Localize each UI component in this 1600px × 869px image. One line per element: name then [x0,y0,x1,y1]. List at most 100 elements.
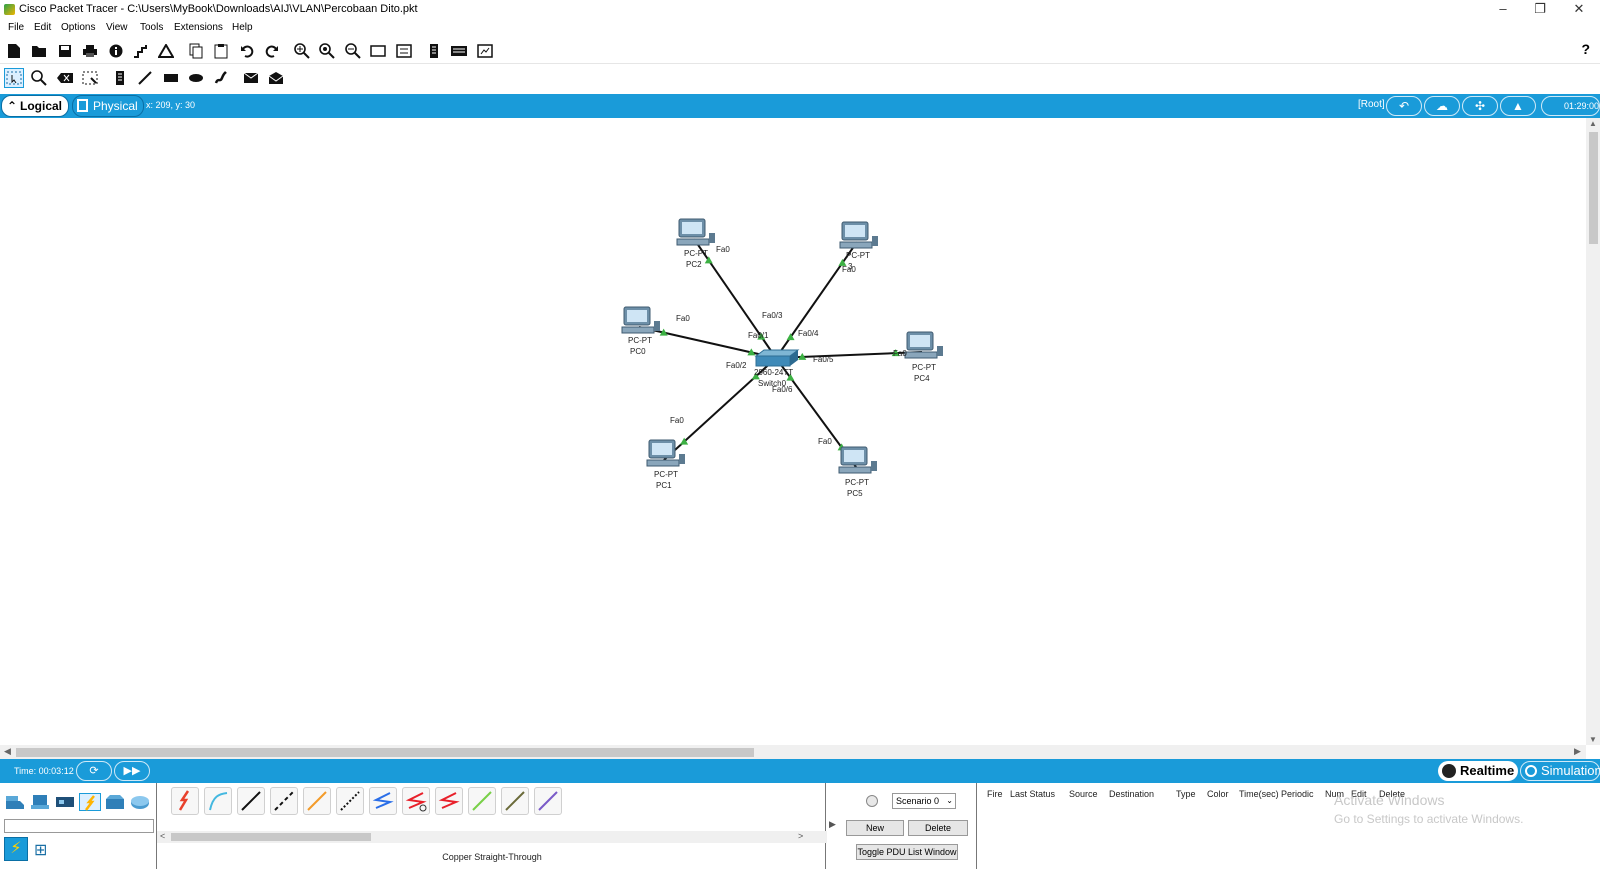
power-cycle-icon[interactable]: ⟳ [76,761,112,781]
components-icon[interactable] [54,793,76,811]
simulation-mode-tab[interactable]: Simulation [1520,761,1600,781]
pc-device-pc1[interactable] [646,439,685,467]
toggle-pdu-list-button[interactable]: Toggle PDU List Window [856,844,958,860]
connections-scroll-thumb[interactable] [171,833,371,841]
logical-workspace[interactable]: Fa0/1 Fa0 PC-PT PC0 Fa0/2 Fa0 PC-PT PC1 Fa0/3 Fa0… [0,118,1586,745]
horizontal-scroll-thumb[interactable] [16,748,754,757]
scroll-up-icon[interactable]: ▲ [1589,119,1597,128]
horizontal-scrollbar[interactable]: ◀ ▶ [0,745,1586,759]
activity-wizard-icon[interactable] [156,41,176,61]
link-3[interactable] [775,241,858,359]
menu-edit[interactable]: Edit [34,22,51,33]
vertical-scroll-thumb[interactable] [1589,132,1598,244]
pdu-col-destination[interactable]: Destination [1109,789,1154,799]
pdu-col-color[interactable]: Color [1207,789,1229,799]
restore-button[interactable]: ❐ [1525,1,1555,19]
network-wizard-icon[interactable] [131,41,151,61]
delete-scenario-button[interactable]: Delete [908,820,968,836]
cable-copper-straight-through-button[interactable] [237,787,265,815]
multiuser-icon[interactable] [129,793,151,811]
copy-icon[interactable] [186,41,206,61]
inspect-icon[interactable] [29,68,49,88]
vertical-scrollbar[interactable]: ▲ ▼ [1586,118,1600,745]
custom-devices-icon[interactable] [394,41,414,61]
pc-device-pc5[interactable] [838,446,877,474]
connections-scrollbar[interactable]: < > [157,831,827,843]
network-devices-icon[interactable] [4,793,26,811]
cable-serial-dce-button[interactable] [402,787,430,815]
cable-copper-cross-over-button[interactable] [270,787,298,815]
close-button[interactable]: ✕ [1564,1,1594,19]
simple-pdu-icon[interactable] [241,68,261,88]
paste-icon[interactable] [211,41,231,61]
complex-pdu-icon[interactable] [266,68,286,88]
tab-logical[interactable]: ⌃ Logical [1,95,69,117]
cable-octal-button[interactable] [468,787,496,815]
scenario-select[interactable]: Scenario 0 ⌄ [892,793,956,809]
new-icon[interactable] [4,41,24,61]
resize-icon[interactable] [80,68,100,88]
ipc-icon[interactable] [475,41,495,61]
zoom-in-icon[interactable] [292,41,312,61]
zoom-out-icon[interactable] [343,41,363,61]
cable-phone-button[interactable] [336,787,364,815]
conn-scroll-right-icon[interactable]: > [798,831,803,841]
end-devices-icon[interactable] [29,793,51,811]
back-icon[interactable]: ↶ [1386,96,1422,116]
pc-device-pc4[interactable] [904,331,943,359]
viewport-icon[interactable] [424,41,444,61]
pdu-col-type[interactable]: Type [1176,789,1196,799]
select-icon[interactable] [4,68,24,88]
help-icon[interactable]: ? [1581,41,1590,57]
cable-serial-dte-button[interactable] [435,787,463,815]
info-icon[interactable] [106,41,126,61]
switch-device[interactable] [754,349,800,367]
cable-usb-button[interactable] [534,787,562,815]
cable-iot-custom-cable-button[interactable] [501,787,529,815]
misc-icon[interactable] [104,793,126,811]
connections-icon[interactable] [79,793,101,811]
menu-file[interactable]: File [8,22,24,33]
cable-coaxial-button[interactable] [369,787,397,815]
scroll-left-icon[interactable]: ◀ [4,746,11,757]
drawing-palette-icon[interactable] [368,41,388,61]
scenario-info-icon[interactable] [866,795,878,807]
conn-scroll-left-icon[interactable]: < [160,831,165,841]
new-cluster-icon[interactable]: ☁ [1424,96,1460,116]
pc-device-pc2[interactable] [676,218,715,246]
pdu-col-time[interactable]: Time(sec) [1239,789,1279,799]
menu-help[interactable]: Help [232,22,253,33]
menu-extensions[interactable]: Extensions [174,22,223,33]
set-background-icon[interactable]: ▲ [1500,96,1536,116]
undo-icon[interactable] [237,41,257,61]
menu-view[interactable]: View [106,22,128,33]
tab-physical[interactable]: Physical [72,95,144,117]
pc-device-3[interactable] [839,221,878,249]
freeform-icon[interactable] [211,68,231,88]
minimize-button[interactable]: – [1488,1,1518,19]
menu-options[interactable]: Options [61,22,95,33]
panel-expand-icon[interactable]: ▶ [829,819,836,830]
pdu-col-periodic[interactable]: Periodic [1281,789,1314,799]
topology-canvas[interactable] [0,118,1586,745]
scroll-right-icon[interactable]: ▶ [1574,746,1581,757]
line-icon[interactable] [135,68,155,88]
viewport-clock[interactable]: 01:29:00 [1541,96,1600,116]
scroll-down-icon[interactable]: ▼ [1589,735,1597,744]
fast-forward-icon[interactable]: ▶▶ [114,761,150,781]
grid-view-icon[interactable]: ⊞ [34,840,47,860]
note-icon[interactable] [110,68,130,88]
open-icon[interactable] [29,41,49,61]
cluster-icon[interactable] [449,41,469,61]
pdu-col-source[interactable]: Source [1069,789,1098,799]
cable-fiber-button[interactable] [303,787,331,815]
realtime-mode-tab[interactable]: Realtime [1438,761,1518,781]
device-search-input[interactable] [4,819,154,833]
menu-tools[interactable]: Tools [140,22,163,33]
pdu-col-fire[interactable]: Fire [987,789,1003,799]
zoom-reset-icon[interactable] [317,41,337,61]
move-object-icon[interactable]: ✣ [1462,96,1498,116]
redo-icon[interactable] [262,41,282,61]
root-breadcrumb[interactable]: [Root] [1358,99,1385,110]
save-icon[interactable] [55,41,75,61]
